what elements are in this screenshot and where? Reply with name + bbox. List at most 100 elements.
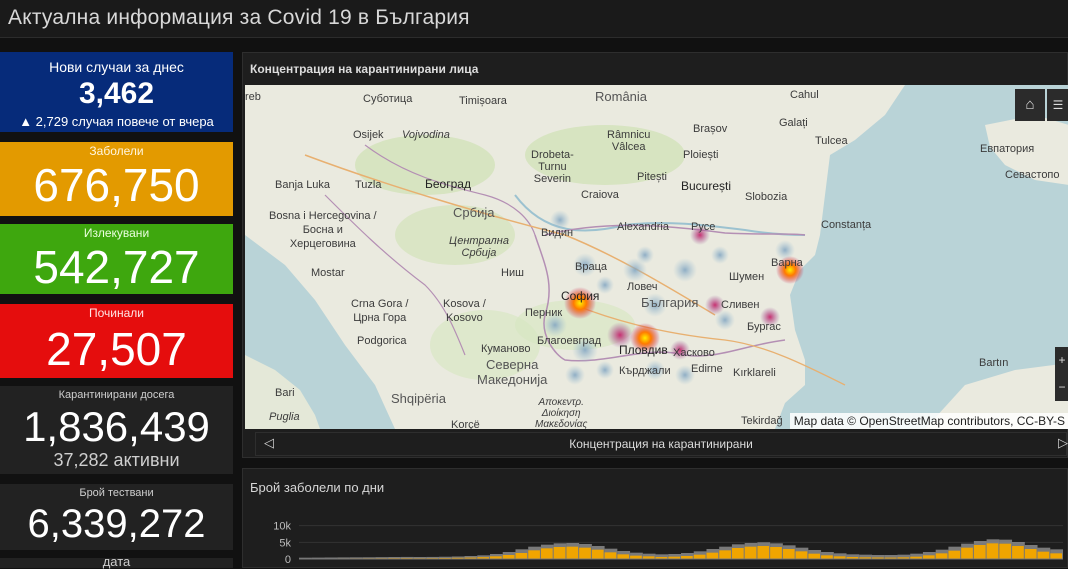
home-icon: ⌂ (1025, 96, 1034, 113)
daily-cases-bar[interactable] (732, 548, 744, 559)
card-quarantined-active: 37,282 активни (0, 450, 233, 471)
zoom-control: + − (1055, 347, 1068, 401)
daily-cases-bar[interactable] (821, 555, 833, 559)
map-label-vojvodina: Vojvodina (402, 129, 450, 141)
map-label-kardzhali: Кърджали (619, 365, 671, 377)
daily-cases-bar[interactable] (694, 555, 706, 559)
card-quarantined: Карантинирани досега 1,836,439 37,282 ак… (0, 386, 233, 474)
zoom-in-button[interactable]: + (1055, 347, 1068, 374)
map-label-timisoara: Timișoara (459, 95, 507, 107)
daily-cases-chart: 10k 5k 0 (243, 469, 1068, 569)
daily-cases-bar[interactable] (936, 553, 948, 559)
map-label-slobozia: Slobozia (745, 191, 787, 203)
daily-cases-bar[interactable] (1050, 553, 1062, 559)
map-label-belgrade: Београд (425, 177, 471, 191)
map-label-severna: Северна Македонија (477, 357, 547, 387)
daily-cases-bar[interactable] (974, 545, 986, 559)
map-label-burgas: Бургас (747, 321, 781, 333)
map-label-bosnia: Bosna i Hercegovina / Босна и Херцеговин… (269, 209, 377, 251)
map-label-sevastopol: Севастопо (1005, 169, 1060, 181)
map-label-edirne: Edirne (691, 363, 723, 375)
chart-panel: Брой заболели по дни 10k5k0 (242, 468, 1068, 568)
map-label-tekirdag: Tekirdağ (741, 415, 783, 427)
map-label-puglia: Puglia (269, 411, 300, 423)
card-new-cases-value: 3,462 (0, 79, 233, 109)
map-label-kumanovo: Куманово (481, 343, 531, 355)
card-infected-label: Заболели (0, 144, 233, 158)
daily-cases-bar[interactable] (808, 554, 820, 559)
daily-cases-bar[interactable] (1025, 549, 1037, 559)
map-label-vidin: Видин (541, 227, 573, 239)
map-label-romania: România (595, 89, 647, 104)
daily-cases-bar[interactable] (541, 548, 553, 559)
zoom-out-button[interactable]: − (1055, 374, 1068, 401)
map-label-blagoevgrad: Благоевград (537, 335, 601, 347)
map-label-korce: Korçë (451, 419, 480, 429)
card-quarantined-label: Карантинирани досега (0, 388, 233, 402)
daily-cases-bar[interactable] (745, 547, 757, 559)
map-label-shqiperia: Shqipëria (391, 391, 446, 406)
y-tick-label: 10k (273, 521, 291, 533)
daily-cases-bar[interactable] (719, 550, 731, 559)
map-label-vratsa: Враца (575, 261, 607, 273)
carousel-label: Концентрация на карантинирани (256, 437, 1066, 451)
daily-cases-bar[interactable] (503, 555, 515, 559)
map-label-osijek: Osijek (353, 129, 384, 141)
map-label-kosovo: Kosova / Kosovo (443, 297, 486, 325)
map-label-bari: Bari (275, 387, 295, 399)
header-bar: Актуална информация за Covid 19 в Българ… (0, 0, 1068, 38)
map-label-cahul: Cahul (790, 89, 819, 101)
map-label-apokentr: Αποκεντρ. Διοίκηση Μακεδονίας (535, 397, 587, 429)
daily-cases-bar[interactable] (528, 550, 540, 559)
map-label-nis: Ниш (501, 267, 524, 279)
card-deaths: Починали 27,507 (0, 304, 233, 378)
map-label-brasov: Brașov (693, 123, 727, 135)
card-new-cases-change: ▲ 2,729 случая повече от вчера (0, 114, 233, 129)
map-label-shumen: Шумен (729, 271, 764, 283)
daily-cases-bar[interactable] (948, 551, 960, 559)
map-carousel: ◁ Концентрация на карантинирани ▷ (255, 432, 1067, 456)
map-attribution: Map data © OpenStreetMap contributors, C… (790, 413, 1068, 429)
daily-cases-bar[interactable] (987, 543, 999, 559)
daily-cases-bar[interactable] (961, 548, 973, 559)
y-tick-label: 5k (279, 537, 291, 549)
daily-cases-bar[interactable] (796, 551, 808, 559)
map-label-sofia: София (561, 289, 599, 303)
map-label-subotica: Суботица (363, 93, 412, 105)
daily-cases-bar[interactable] (783, 549, 795, 559)
daily-cases-bar[interactable] (605, 552, 617, 559)
map-label-banjaluka: Banja Luka (275, 179, 330, 191)
map-label-mostar: Mostar (311, 267, 345, 279)
daily-cases-bar[interactable] (592, 550, 604, 559)
daily-cases-bar[interactable] (515, 553, 527, 559)
map-label-evpatoria: Евпатория (980, 143, 1034, 155)
map-label-bucuresti: București (681, 179, 731, 193)
daily-cases-bar[interactable] (923, 555, 935, 559)
map-view[interactable]: reb Суботица Timișoara România Brașov Ca… (245, 85, 1068, 429)
daily-cases-bar[interactable] (999, 544, 1011, 559)
daily-cases-bar[interactable] (579, 548, 591, 559)
card-deaths-value: 27,507 (0, 326, 233, 372)
page-title: Актуална информация за Covid 19 в Българ… (8, 6, 470, 30)
map-label-podgorica: Podgorica (357, 335, 407, 347)
map-label-bulgaria: България (641, 295, 698, 310)
card-recovered-label: Излекувани (0, 226, 233, 240)
daily-cases-bar[interactable] (617, 554, 629, 559)
map-label-sliven: Сливен (721, 299, 759, 311)
daily-cases-bar[interactable] (1012, 546, 1024, 559)
daily-cases-bar[interactable] (554, 547, 566, 559)
home-button[interactable]: ⌂ (1015, 89, 1045, 121)
daily-cases-bar[interactable] (566, 547, 578, 559)
layer-list-button[interactable]: ☰ (1047, 89, 1068, 121)
map-label-pernik: Перник (525, 307, 562, 319)
map-label-centralna: Централна Србија (449, 235, 509, 259)
daily-cases-bar[interactable] (706, 553, 718, 559)
daily-cases-bar[interactable] (757, 546, 769, 559)
y-tick-label: 0 (285, 554, 291, 566)
map-label-ramnicu: Râmnicu Vâlcea (607, 129, 650, 153)
daily-cases-bar[interactable] (1038, 552, 1050, 559)
map-label-lovech: Ловеч (627, 281, 658, 293)
map-label-kirklareli: Kırklareli (733, 367, 776, 379)
carousel-next-icon[interactable]: ▷ (1058, 435, 1068, 451)
daily-cases-bar[interactable] (770, 547, 782, 559)
